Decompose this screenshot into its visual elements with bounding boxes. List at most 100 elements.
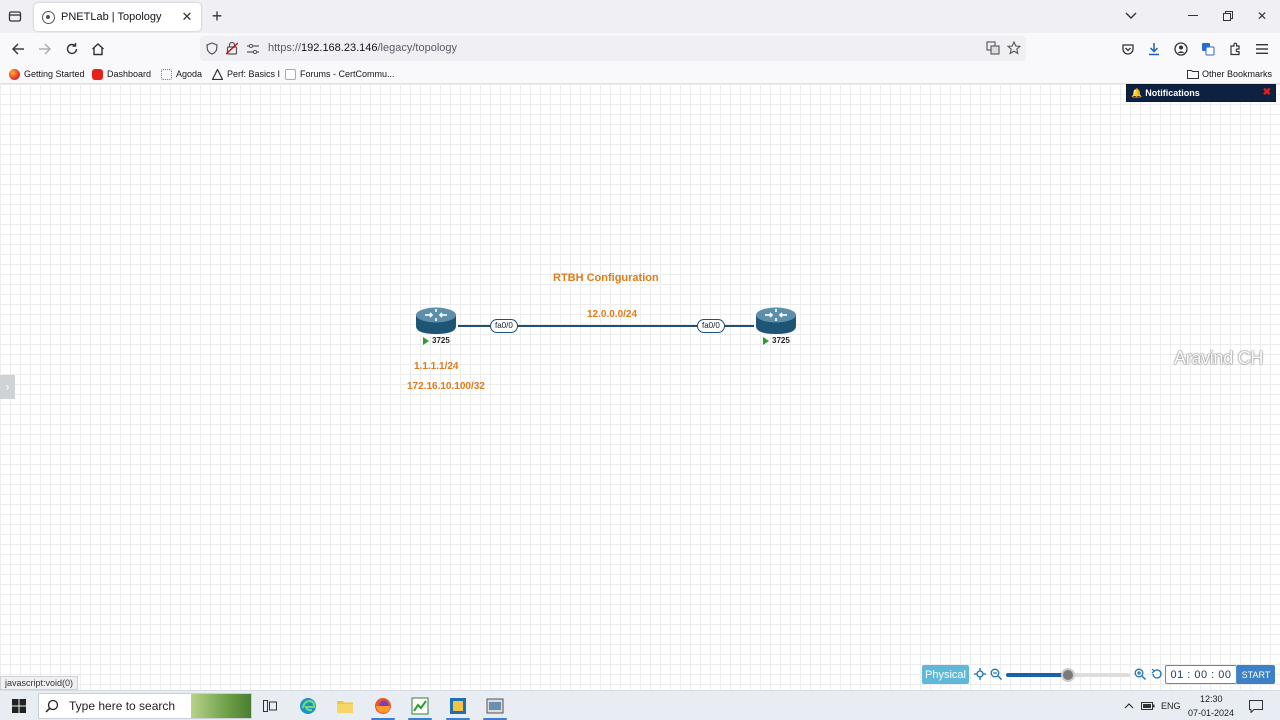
clock-date[interactable]: 07-01-2024 [1188,708,1234,718]
right-router-model: 3725 [772,336,790,345]
file-explorer-icon[interactable] [333,695,357,717]
bookmark-agoda[interactable]: Agoda [161,67,202,81]
bookmarks-toolbar: Getting Started Dashboard Agoda Perf: Ba… [0,64,1280,84]
pocket-icon[interactable] [1118,39,1138,59]
bookmark-forums[interactable]: Forums - CertCommu... [285,67,395,81]
tracking-shield-icon[interactable] [206,42,218,58]
home-icon[interactable] [88,39,108,59]
zoom-slider-fill [1006,673,1068,677]
clock-time[interactable]: 12:30 [1200,694,1223,704]
reset-zoom-icon[interactable] [1150,667,1164,681]
notifications-panel[interactable]: 🔔 Notifications ✖ [1126,84,1276,102]
agoda-icon [161,68,172,80]
bookmark-perf-basics[interactable]: Perf: Basics I [211,67,281,81]
watermark-text: Aravind CH [1174,348,1264,368]
downloads-icon[interactable] [1144,39,1164,59]
translate-icon[interactable] [986,41,1000,58]
search-placeholder: Type here to search [69,699,176,713]
right-interface-label: fa0/0 [697,319,725,333]
translate-extension-icon[interactable] [1198,39,1218,59]
address-bar[interactable]: https://192.168.23.146/legacy/topology [200,36,1026,61]
edge-icon[interactable] [296,695,320,717]
zoom-slider-thumb[interactable] [1061,668,1075,682]
perf-icon [211,67,224,80]
url-text[interactable]: https://192.168.23.146/legacy/topology [268,42,457,54]
notifications-title: Notifications [1145,88,1200,98]
lab-title-text[interactable]: RTBH Configuration [553,272,659,284]
link-subnet-text[interactable]: 12.0.0.0/24 [587,309,637,320]
zoom-in-icon[interactable] [1133,667,1147,681]
windows-start-icon[interactable] [8,695,30,717]
account-icon[interactable] [1171,39,1191,59]
left-router-model: 3725 [432,336,450,345]
browser-nav-bar: https://192.168.23.146/legacy/topology [0,33,1280,64]
zoom-out-icon[interactable] [989,667,1003,681]
new-tab-icon[interactable]: + [208,7,226,25]
bookmark-label: Dashboard [107,69,152,79]
other-bookmarks[interactable]: Other Bookmarks [1187,67,1272,81]
bookmark-star-icon[interactable] [1006,40,1022,58]
left-router-caption[interactable]: 3725 [423,336,450,345]
close-tab-icon[interactable]: ✕ [179,9,195,25]
fit-view-icon[interactable] [973,667,987,681]
sidebar-toggle-icon[interactable]: › [0,375,15,399]
forward-icon[interactable] [35,39,55,59]
extensions-icon[interactable] [1225,39,1245,59]
left-interface-label: fa0/0 [490,319,518,333]
left-router-icon[interactable] [415,306,457,336]
close-notifications-icon[interactable]: ✖ [1263,87,1271,98]
windows-taskbar: Type here to search ENG 12:30 07-01-2024 [0,690,1280,720]
search-highlight-art-icon [191,694,251,718]
youtube-icon [92,68,103,80]
bookmark-dashboard[interactable]: Dashboard [92,67,151,81]
search-icon [45,699,59,713]
minimize-icon[interactable] [1184,6,1202,26]
pnetlab-favicon-icon [42,10,55,24]
close-window-icon[interactable]: ✕ [1253,6,1271,26]
browser-tab-bar: PNETLab | Topology ✕ + ✕ [0,0,1280,33]
notification-center-icon[interactable] [1246,695,1266,717]
right-router-caption[interactable]: 3725 [763,336,790,345]
battery-icon[interactable] [1140,695,1156,717]
start-timer-button[interactable]: START [1237,665,1275,684]
bookmark-label: Perf: Basics I [227,69,281,79]
status-url-text: javascript:void(0) [0,676,79,690]
loopback-text-2[interactable]: 172.16.10.100/32 [407,381,485,392]
bookmark-label: Getting Started [24,69,85,79]
menu-icon[interactable] [1252,39,1272,59]
running-status-icon [763,336,769,345]
bookmark-label: Agoda [176,69,203,79]
firefox-icon [9,68,20,80]
app-vm-icon[interactable] [483,695,507,717]
bookmark-getting-started[interactable]: Getting Started [9,67,85,81]
zoom-slider[interactable] [1006,668,1130,682]
timer-display[interactable]: 01 : 00 : 00 [1165,665,1237,684]
back-icon[interactable] [8,39,28,59]
browser-tab[interactable]: PNETLab | Topology ✕ [34,3,201,31]
list-all-tabs-icon[interactable] [1122,6,1140,26]
restore-icon[interactable] [1219,6,1237,26]
page-icon [285,68,296,80]
right-router-icon[interactable] [755,306,797,336]
firefox-taskbar-icon[interactable] [371,695,395,717]
permissions-icon[interactable] [247,43,259,57]
tab-title: PNETLab | Topology [61,11,162,23]
task-view-icon[interactable] [260,695,280,717]
folder-icon [1187,69,1199,80]
physical-view-button[interactable]: Physical [922,665,969,684]
taskbar-search-input[interactable]: Type here to search [38,693,252,719]
bell-icon: 🔔 [1131,87,1143,98]
loopback-text-1[interactable]: 1.1.1.1/24 [414,361,458,372]
topology-canvas[interactable]: 🔔 Notifications ✖ › RTBH Configuration 1… [0,84,1280,690]
url-path: /legacy/topology [377,42,458,54]
running-status-icon [423,336,429,345]
insecure-lock-icon[interactable] [225,41,239,58]
app-chart-icon[interactable] [408,695,432,717]
url-host: 192.168.23.146 [301,42,378,54]
bookmark-label: Forums - CertCommu... [300,69,395,79]
input-language[interactable]: ENG [1161,701,1181,711]
tab-list-icon[interactable] [5,6,25,26]
reload-icon[interactable] [62,39,82,59]
tray-chevron-up-icon[interactable] [1122,695,1136,717]
app-terminal-icon[interactable] [446,695,470,717]
